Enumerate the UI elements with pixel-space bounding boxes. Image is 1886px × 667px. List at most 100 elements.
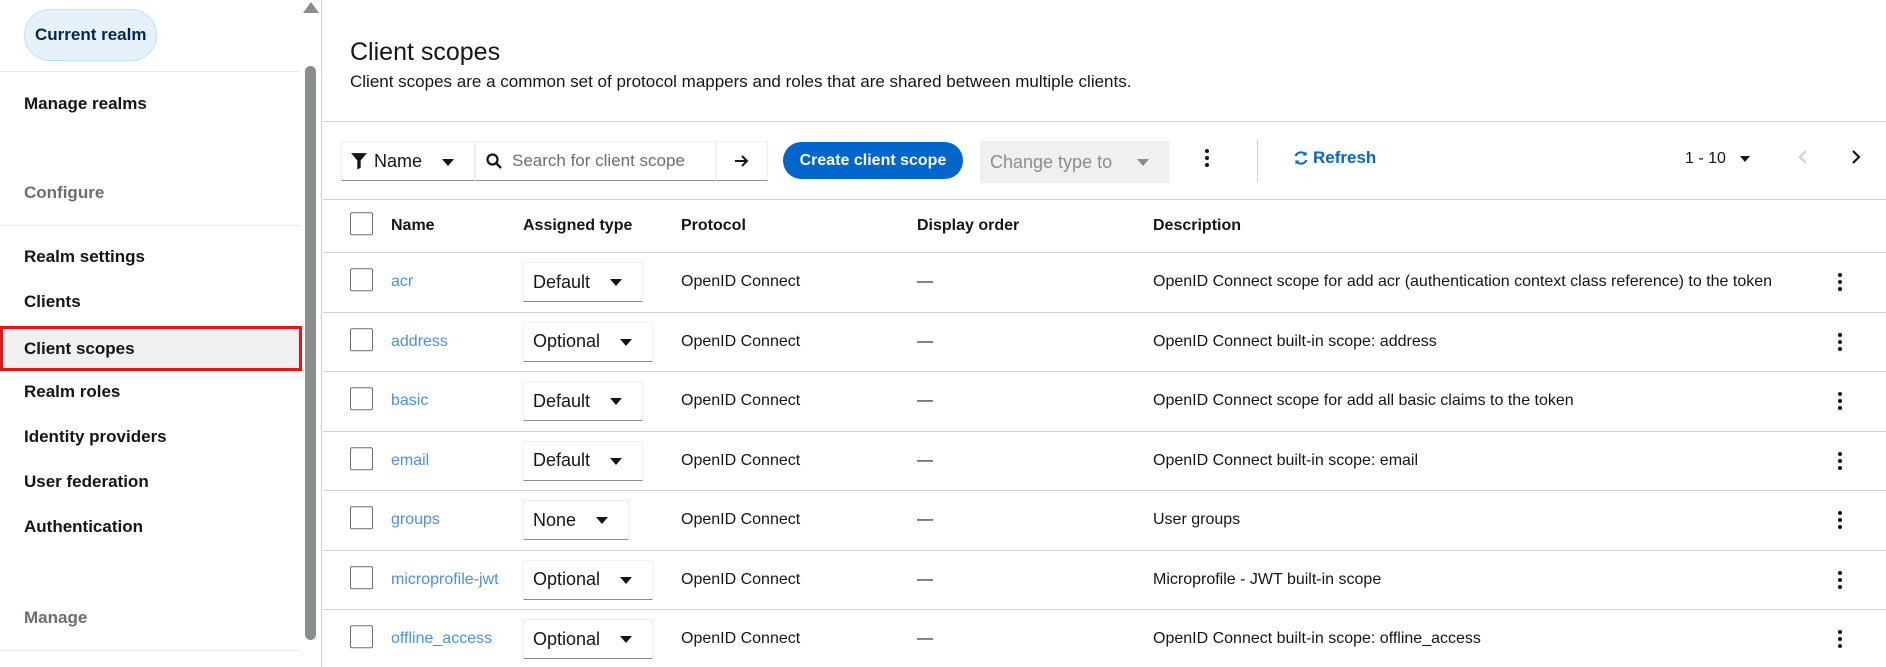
next-page-button[interactable] [1851, 148, 1861, 171]
row-checkbox[interactable] [350, 268, 373, 292]
sidebar-item-authentication[interactable]: Authentication [0, 504, 302, 549]
row-checkbox[interactable] [350, 387, 373, 411]
kebab-icon [1836, 451, 1844, 470]
chevron-down-icon [442, 159, 454, 166]
assigned-type-select[interactable]: None [523, 500, 629, 541]
scroll-up-arrow-icon[interactable] [303, 2, 319, 13]
row-actions-button[interactable] [1836, 630, 1844, 649]
row-actions-button[interactable] [1836, 332, 1844, 351]
row-actions-button[interactable] [1836, 570, 1844, 589]
row-checkbox[interactable] [350, 327, 373, 351]
sidebar-item-realm-settings[interactable]: Realm settings [0, 234, 302, 279]
sidebar-item-user-federation[interactable]: User federation [0, 459, 302, 504]
row-checkbox[interactable] [350, 565, 373, 589]
create-client-scope-button[interactable]: Create client scope [783, 142, 963, 179]
protocol-cell: OpenID Connect [681, 332, 801, 350]
kebab-icon [1836, 273, 1844, 292]
search-submit-button[interactable] [716, 141, 768, 181]
kebab-icon [1836, 630, 1844, 649]
row-checkbox[interactable] [350, 625, 373, 649]
description-cell: OpenID Connect built-in scope: offline_a… [1153, 630, 1481, 648]
sidebar-item-realm-roles[interactable]: Realm roles [0, 369, 302, 414]
chevron-down-icon [620, 636, 632, 644]
column-header-description: Description [1153, 217, 1242, 234]
protocol-cell: OpenID Connect [681, 511, 801, 529]
select-all-checkbox[interactable] [350, 212, 373, 236]
row-checkbox[interactable] [350, 506, 373, 530]
row-actions-button[interactable] [1836, 273, 1844, 292]
toolbar: Name Search for client scope Create clie… [323, 122, 1886, 200]
assigned-type-select[interactable]: Optional [523, 619, 653, 660]
display-order-cell: — [917, 511, 933, 529]
description-cell: OpenID Connect built-in scope: address [1153, 332, 1437, 350]
assigned-type-value: Optional [533, 628, 601, 649]
protocol-cell: OpenID Connect [681, 570, 801, 588]
table-row: acr Default OpenID Connect — OpenID Conn… [323, 253, 1886, 313]
angle-right-icon [1852, 150, 1861, 164]
display-order-cell: — [917, 332, 933, 350]
change-type-select[interactable]: Change type to [980, 141, 1169, 183]
assigned-type-select[interactable]: Default [523, 440, 643, 481]
current-realm-button[interactable]: Current realm [24, 9, 158, 61]
assigned-type-value: Default [533, 390, 591, 411]
sidebar-item-manage-realms[interactable]: Manage realms [0, 81, 302, 126]
description-cell: OpenID Connect built-in scope: email [1153, 451, 1419, 469]
pagination-toggle[interactable]: 1 - 10 [1685, 150, 1750, 168]
chevron-down-icon [610, 279, 622, 287]
assigned-type-select[interactable]: Default [523, 381, 643, 422]
change-type-label: Change type to [990, 151, 1113, 172]
scope-name-link[interactable]: address [391, 333, 448, 351]
description-cell: User groups [1153, 511, 1241, 529]
sidebar-divider [0, 650, 300, 651]
search-input[interactable]: Search for client scope [475, 141, 716, 181]
filter-attribute-select[interactable]: Name [341, 141, 475, 181]
pagination-label: 1 - 10 [1685, 150, 1726, 167]
scope-name-link[interactable]: groups [391, 511, 440, 529]
assigned-type-value: Default [533, 450, 591, 471]
assigned-type-select[interactable]: Default [523, 262, 643, 303]
sidebar-item-clients[interactable]: Clients [0, 279, 302, 324]
scope-name-link[interactable]: acr [391, 273, 413, 291]
scope-name-link[interactable]: microprofile-jwt [391, 571, 499, 589]
toolbar-kebab-button[interactable] [1203, 149, 1211, 167]
sidebar-item-identity-providers[interactable]: Identity providers [0, 414, 302, 459]
main-content: Client scopes Client scopes are a common… [323, 0, 1886, 667]
refresh-label: Refresh [1313, 148, 1377, 167]
sidebar-divider [0, 225, 300, 226]
sidebar-divider [0, 71, 300, 72]
row-actions-button[interactable] [1836, 392, 1844, 411]
refresh-button[interactable]: Refresh [1293, 148, 1376, 168]
row-checkbox[interactable] [350, 446, 373, 470]
display-order-cell: — [917, 392, 933, 410]
page-title: Client scopes [350, 38, 501, 66]
sync-icon [1294, 151, 1308, 165]
scope-name-link[interactable]: email [391, 452, 429, 470]
filter-attribute-label: Name [374, 150, 423, 171]
row-actions-button[interactable] [1836, 511, 1844, 530]
protocol-cell: OpenID Connect [681, 451, 801, 469]
chevron-down-icon [1137, 159, 1149, 166]
page-header: Client scopes Client scopes are a common… [323, 0, 1886, 122]
row-actions-button[interactable] [1836, 451, 1844, 470]
chevron-down-icon [596, 517, 608, 525]
scrollbar-thumb[interactable] [305, 66, 316, 640]
search-icon [486, 153, 502, 169]
scope-name-link[interactable]: offline_access [391, 630, 492, 648]
previous-page-button[interactable] [1798, 148, 1808, 171]
assigned-type-value: Optional [533, 569, 601, 590]
kebab-icon [1203, 149, 1211, 167]
assigned-type-value: Default [533, 271, 591, 292]
assigned-type-select[interactable]: Optional [523, 559, 653, 600]
chevron-down-icon [620, 338, 632, 346]
table-row: basic Default OpenID Connect — OpenID Co… [323, 372, 1886, 432]
assigned-type-select[interactable]: Optional [523, 321, 653, 362]
kebab-icon [1836, 332, 1844, 351]
column-header-display-order: Display order [917, 217, 1020, 234]
assigned-type-value: None [533, 509, 577, 530]
scope-name-link[interactable]: basic [391, 392, 428, 410]
protocol-cell: OpenID Connect [681, 273, 801, 291]
chevron-down-icon [610, 398, 622, 406]
display-order-cell: — [917, 630, 933, 648]
sidebar-item-client-scopes[interactable]: Client scopes [0, 326, 302, 371]
table-row: microprofile-jwt Optional OpenID Connect… [323, 551, 1886, 610]
